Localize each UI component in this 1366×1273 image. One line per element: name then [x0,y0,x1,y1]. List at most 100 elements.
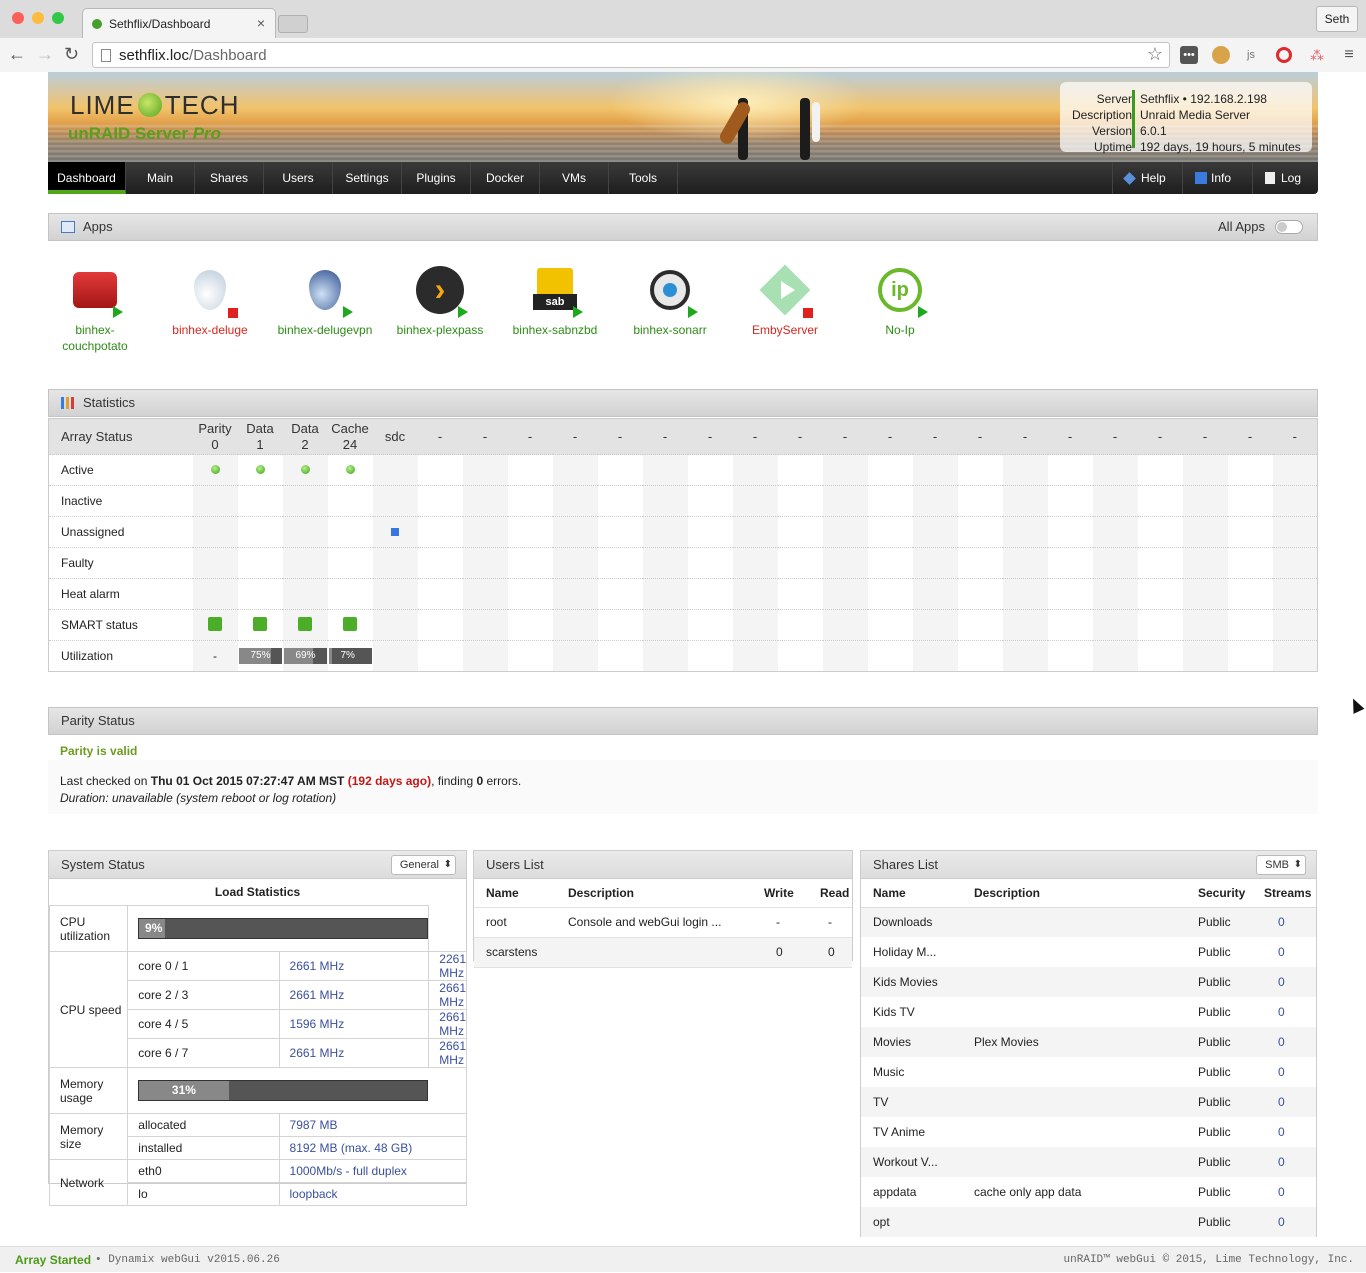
menu-shares[interactable]: Shares [195,162,264,194]
system-status-selector[interactable]: General [390,855,456,875]
all-apps-label: All Apps [1218,219,1265,234]
disk-header: sdc [372,418,418,455]
share-sec: Public [1186,1087,1252,1117]
app-deluge[interactable]: binhex-deluge [155,266,265,338]
browser-tab[interactable]: Sethflix/Dashboard × [82,8,276,38]
stat-cell [1092,516,1138,548]
stat-cell [822,578,868,610]
core-speed: 2261 MHz [428,951,467,981]
user-name: root [474,907,556,938]
lime-icon [137,93,162,117]
menu-docker[interactable]: Docker [471,162,540,194]
help-icon [1123,172,1136,185]
share-row[interactable]: TV Anime Public 0 [861,1117,1316,1147]
stat-cell [462,485,508,517]
share-row[interactable]: appdata cache only app data Public 0 [861,1177,1316,1207]
share-name: Music [873,1065,905,1079]
share-name: opt [861,1207,962,1237]
menu-log[interactable]: Log [1252,162,1318,194]
share-row[interactable]: opt Public 0 [861,1207,1316,1237]
all-apps-toggle[interactable] [1275,220,1303,234]
core-label: core 4 / 5 [127,1009,280,1039]
smart-thumbs-up-icon[interactable] [343,616,357,631]
stat-cell [327,516,373,548]
stat-cell [1092,640,1138,672]
extension-dots-icon[interactable]: ••• [1180,46,1198,64]
stat-cell [1047,547,1093,579]
shares-protocol-selector[interactable]: SMB [1256,855,1306,875]
new-tab-button[interactable] [278,15,308,33]
limetech-logo[interactable]: LIME TECH [70,90,239,121]
bookmark-star-icon[interactable]: ☆ [1147,44,1163,65]
menu-dashboard[interactable]: Dashboard [48,162,126,194]
menu-main[interactable]: Main [126,162,195,194]
stat-cell [507,454,553,486]
tab-close-icon[interactable]: × [257,15,265,31]
stat-cell [1227,516,1273,548]
app-sonarr[interactable]: binhex-sonarr [615,266,725,338]
opera-icon[interactable] [1276,47,1292,63]
cookie-icon[interactable] [1212,46,1230,64]
smart-thumbs-up-icon[interactable] [298,616,312,631]
address-bar[interactable]: sethflix.loc/Dashboard ☆ [92,42,1170,68]
smart-thumbs-up-icon[interactable] [208,616,222,631]
js-icon[interactable]: js [1242,46,1260,64]
app-name: binhex-couchpotato [62,323,128,353]
menu-vms[interactable]: VMs [540,162,609,194]
stat-cell [327,547,373,579]
share-name: Holiday M... [873,945,937,959]
shares-header: Shares List SMB [861,851,1316,879]
menu-settings[interactable]: Settings [333,162,402,194]
stat-cell [687,485,733,517]
stat-cell [417,547,463,579]
share-row[interactable]: TV Public 0 [861,1087,1316,1117]
menu-users[interactable]: Users [264,162,333,194]
app-noip[interactable]: ip No-Ip [845,266,955,338]
reload-icon[interactable]: ↻ [64,44,79,65]
menu-tools[interactable]: Tools [609,162,678,194]
stat-cell [957,578,1003,610]
app-sabnzbd[interactable]: sab binhex-sabnzbd [500,266,610,338]
asana-icon[interactable]: ⁂ [1308,46,1326,64]
share-row[interactable]: Downloads Public 0 [861,907,1316,937]
stat-cell [1002,640,1048,672]
share-row[interactable]: Workout V... Public 0 [861,1147,1316,1177]
close-window-icon[interactable] [12,12,24,24]
forward-icon[interactable]: → [36,44,54,65]
share-row[interactable]: Kids TV Public 0 [861,997,1316,1027]
stat-cell [1272,454,1318,486]
share-row[interactable]: Movies Plex Movies Public 0 [861,1027,1316,1057]
stat-cell [1272,609,1318,641]
share-streams: 0 [1278,1065,1285,1079]
core-speed: 2661 MHz [428,1038,467,1068]
menu-help[interactable]: Help [1112,162,1182,194]
system-status-title: System Status [61,857,145,872]
disk-header-empty: - [687,418,733,455]
surfer-figure-2 [800,98,810,160]
stat-cell [462,547,508,579]
profile-button[interactable]: Seth [1316,6,1358,32]
back-icon[interactable]: ← [8,44,26,65]
share-row[interactable]: Kids Movies Public 0 [861,967,1316,997]
maximize-window-icon[interactable] [52,12,64,24]
app-plexpass[interactable]: › binhex-plexpass [385,266,495,338]
stat-cell [822,547,868,579]
app-embyserver[interactable]: EmbyServer [730,264,840,338]
app-couchpotato[interactable]: binhex-couchpotato [40,266,150,354]
users-header: Users List [474,851,852,879]
menu-plugins[interactable]: Plugins [402,162,471,194]
stat-cell [282,516,328,548]
menu-icon[interactable]: ≡ [1340,46,1358,64]
disk-header-empty: - [1272,418,1318,455]
stat-cell [957,640,1003,672]
stat-cell [642,516,688,548]
stat-cell [1182,547,1228,579]
user-row[interactable]: root Console and webGui login ... - - [474,907,852,938]
share-row[interactable]: Holiday M... Public 0 [861,937,1316,967]
minimize-window-icon[interactable] [32,12,44,24]
app-delugevpn[interactable]: binhex-delugevpn [270,266,380,338]
menu-info[interactable]: Info [1182,162,1252,194]
share-row[interactable]: Music Public 0 [861,1057,1316,1087]
smart-thumbs-up-icon[interactable] [253,616,267,631]
user-row[interactable]: scarstens 0 0 [474,937,852,968]
